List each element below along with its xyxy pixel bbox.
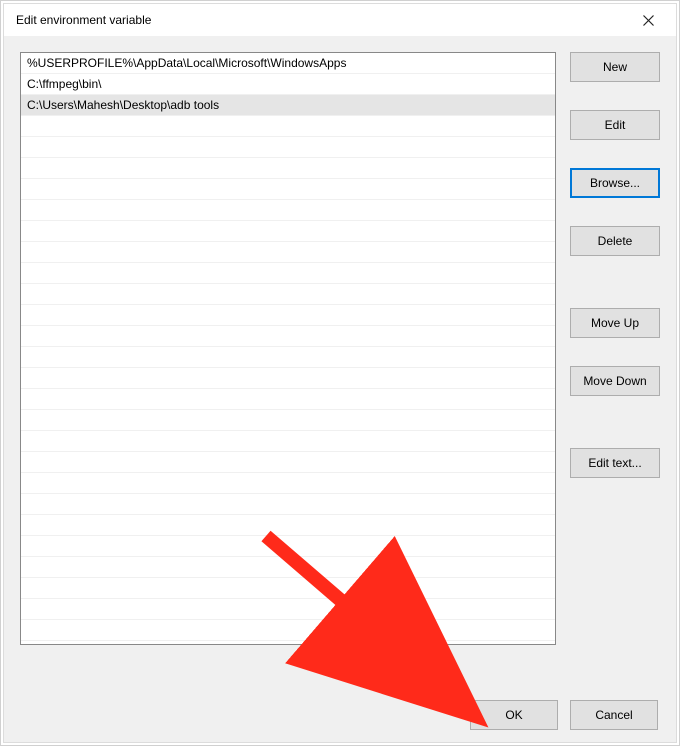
list-column: %USERPROFILE%\AppData\Local\Microsoft\Wi… <box>20 52 556 682</box>
list-item[interactable]: C:\Users\Mahesh\Desktop\adb tools <box>21 95 555 116</box>
list-item[interactable] <box>21 200 555 221</box>
dialog-title: Edit environment variable <box>16 13 151 27</box>
list-item[interactable] <box>21 452 555 473</box>
move-down-button[interactable]: Move Down <box>570 366 660 396</box>
list-item[interactable] <box>21 557 555 578</box>
browse-button[interactable]: Browse... <box>570 168 660 198</box>
list-item[interactable] <box>21 242 555 263</box>
list-item[interactable] <box>21 326 555 347</box>
content-area: %USERPROFILE%\AppData\Local\Microsoft\Wi… <box>20 52 660 682</box>
list-item[interactable] <box>21 515 555 536</box>
list-item[interactable] <box>21 305 555 326</box>
list-item[interactable] <box>21 137 555 158</box>
move-up-button[interactable]: Move Up <box>570 308 660 338</box>
list-item[interactable] <box>21 284 555 305</box>
close-icon[interactable] <box>632 4 664 36</box>
list-item[interactable] <box>21 620 555 641</box>
list-item[interactable]: C:\ffmpeg\bin\ <box>21 74 555 95</box>
list-item[interactable] <box>21 473 555 494</box>
cancel-button[interactable]: Cancel <box>570 700 658 730</box>
footer: OK Cancel <box>4 688 676 742</box>
new-button[interactable]: New <box>570 52 660 82</box>
list-item[interactable] <box>21 410 555 431</box>
edit-button[interactable]: Edit <box>570 110 660 140</box>
edit-text-button[interactable]: Edit text... <box>570 448 660 478</box>
list-item[interactable] <box>21 179 555 200</box>
list-item[interactable] <box>21 263 555 284</box>
list-item[interactable] <box>21 347 555 368</box>
button-column: New Edit Browse... Delete Move Up Move D… <box>570 52 660 682</box>
list-item[interactable] <box>21 389 555 410</box>
list-item[interactable] <box>21 368 555 389</box>
path-listbox[interactable]: %USERPROFILE%\AppData\Local\Microsoft\Wi… <box>20 52 556 645</box>
titlebar: Edit environment variable <box>4 4 676 36</box>
list-item[interactable]: %USERPROFILE%\AppData\Local\Microsoft\Wi… <box>21 53 555 74</box>
list-item[interactable] <box>21 221 555 242</box>
list-item[interactable] <box>21 536 555 557</box>
list-item[interactable] <box>21 116 555 137</box>
list-item[interactable] <box>21 578 555 599</box>
list-item[interactable] <box>21 599 555 620</box>
list-item[interactable] <box>21 494 555 515</box>
list-item[interactable] <box>21 431 555 452</box>
delete-button[interactable]: Delete <box>570 226 660 256</box>
list-item[interactable] <box>21 158 555 179</box>
ok-button[interactable]: OK <box>470 700 558 730</box>
dialog: Edit environment variable %USERPROFILE%\… <box>3 3 677 743</box>
